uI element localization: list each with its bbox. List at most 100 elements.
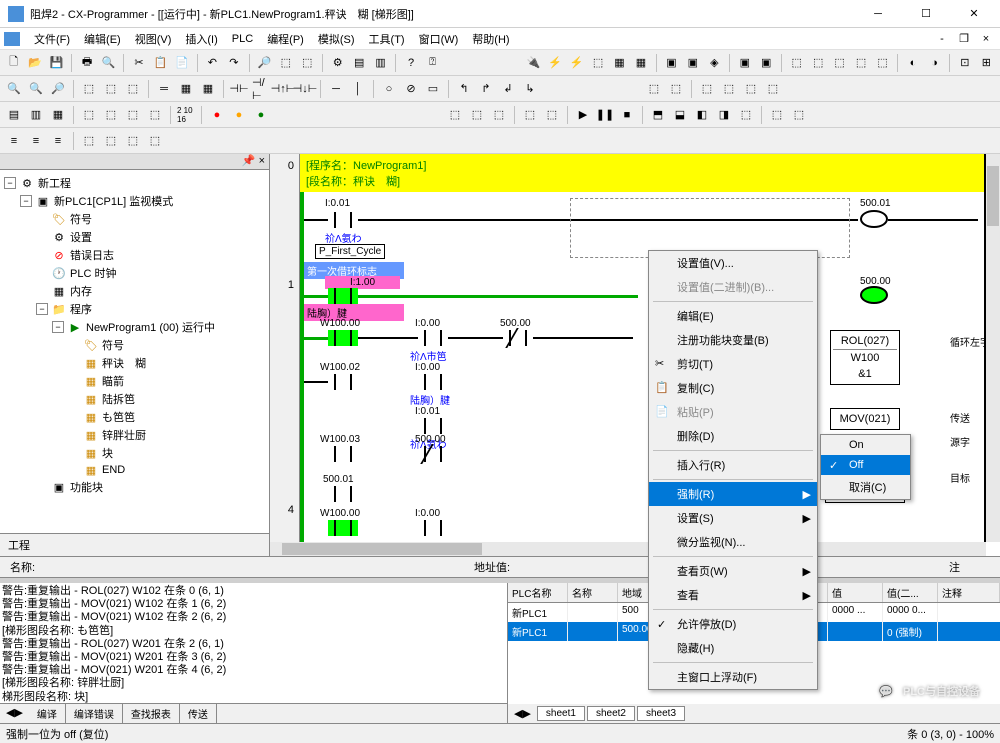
tb2-a9[interactable]: ▦ <box>198 79 218 99</box>
vline-button[interactable]: │ <box>348 79 368 99</box>
ctx-paste[interactable]: 📄粘贴(P) <box>649 400 817 424</box>
ctx-insert-row[interactable]: 插入行(R) <box>649 453 817 477</box>
output-text[interactable]: 警告:重复输出 - ROL(027) W102 在条 0 (6, 1) 警告:重… <box>0 583 507 703</box>
tree-pin-icon[interactable]: 📌 × <box>242 154 265 169</box>
tb-b4[interactable]: ▥ <box>371 53 390 73</box>
tb2-d1[interactable]: ⬚ <box>644 79 664 99</box>
tb2-c4[interactable]: ↳ <box>520 79 540 99</box>
tb-b3[interactable]: ▤ <box>349 53 368 73</box>
tree-errorlog[interactable]: ⊘错误日志 <box>36 246 265 264</box>
tb4-a4[interactable]: ⬚ <box>145 131 165 151</box>
mdi-minimize[interactable]: - <box>932 27 952 51</box>
mdi-restore[interactable]: ❐ <box>954 27 974 51</box>
tb-d8[interactable]: ⊡ <box>955 53 974 73</box>
output-tab-find[interactable]: 查找报表 <box>123 704 180 723</box>
contact[interactable] <box>418 418 448 434</box>
tb3-c5[interactable]: ⬚ <box>736 105 756 125</box>
tb2-a5[interactable]: ⬚ <box>101 79 121 99</box>
tree-section[interactable]: ▦瞄箭 <box>68 372 265 390</box>
copy-button[interactable]: 📋 <box>151 53 170 73</box>
tb3-a1[interactable]: ▤ <box>4 105 24 125</box>
tb-c6[interactable]: ▣ <box>662 53 681 73</box>
tb-d6[interactable]: ◐ <box>903 53 922 73</box>
tb4-a3[interactable]: ⬚ <box>123 131 143 151</box>
compile-button[interactable]: ⚙ <box>328 53 347 73</box>
mdi-close[interactable]: × <box>976 27 996 51</box>
tb-c5[interactable]: ▦ <box>631 53 650 73</box>
tb2-a4[interactable]: ⬚ <box>79 79 99 99</box>
contact-nc-button[interactable]: ⊣/⊢ <box>251 79 271 99</box>
tree-root[interactable]: − ⚙ 新工程 <box>4 174 265 192</box>
find-button[interactable]: 🔎 <box>255 53 274 73</box>
ctx-register-fb[interactable]: 注册功能块变量(B) <box>649 328 817 352</box>
tb2-a3[interactable]: 🔎 <box>48 79 68 99</box>
paste-button[interactable]: 📄 <box>172 53 191 73</box>
ctx-force-cancel[interactable]: 取消(C) <box>821 475 910 499</box>
menu-file[interactable]: 文件(F) <box>28 29 76 49</box>
contact[interactable] <box>418 374 448 390</box>
output-tab-errors[interactable]: 编译错误 <box>66 704 123 723</box>
ctx-allow-dock[interactable]: ✓允许停放(D) <box>649 612 817 636</box>
tree-funcblock[interactable]: ▣功能块 <box>36 478 265 496</box>
ctx-setvalue[interactable]: 设置值(V)... <box>649 251 817 275</box>
undo-button[interactable]: ↶ <box>203 53 222 73</box>
ctx-set[interactable]: 设置(S)▶ <box>649 506 817 530</box>
tree-settings[interactable]: ⚙设置 <box>36 228 265 246</box>
help-button[interactable]: ? <box>401 53 420 73</box>
coil-nc-button[interactable]: ⊘ <box>401 79 421 99</box>
tree-plc[interactable]: − ▣ 新PLC1[CP1L] 监视模式 <box>20 192 265 210</box>
contact[interactable] <box>328 486 358 502</box>
coil-on[interactable] <box>860 286 888 304</box>
tree-clock[interactable]: 🕐PLC 时钟 <box>36 264 265 282</box>
tree-toggle-icon[interactable]: − <box>52 321 64 333</box>
tb3-a4[interactable]: ⬚ <box>79 105 99 125</box>
ctx-hide[interactable]: 隐藏(H) <box>649 636 817 660</box>
tb-c2[interactable]: ⚡ <box>567 53 586 73</box>
hline-button[interactable]: ─ <box>326 79 346 99</box>
tree-toggle-icon[interactable]: − <box>36 303 48 315</box>
contact[interactable] <box>328 374 358 390</box>
tb-d4[interactable]: ⬚ <box>851 53 870 73</box>
tb2-c3[interactable]: ↲ <box>498 79 518 99</box>
menu-tools[interactable]: 工具(T) <box>363 29 411 49</box>
contact-on[interactable] <box>328 330 358 346</box>
tb-d3[interactable]: ⬚ <box>830 53 849 73</box>
ctx-delete[interactable]: 删除(D) <box>649 424 817 448</box>
output-tab-transfer[interactable]: 传送 <box>180 704 217 723</box>
tb-c9[interactable]: ▣ <box>735 53 754 73</box>
close-button[interactable]: ✕ <box>956 2 992 26</box>
tb3-c4[interactable]: ◨ <box>714 105 734 125</box>
tb4-a2[interactable]: ⬚ <box>101 131 121 151</box>
tb3-c7[interactable]: ⬚ <box>789 105 809 125</box>
tree-section-end[interactable]: ▦END <box>68 462 265 478</box>
ctx-diff-monitor[interactable]: 微分监视(N)... <box>649 530 817 554</box>
tb3-a3[interactable]: ▦ <box>48 105 68 125</box>
tb3-c1[interactable]: ⬒ <box>648 105 668 125</box>
watch-tab-sheet1[interactable]: sheet1 <box>537 706 585 721</box>
hscrollbar[interactable] <box>270 542 986 556</box>
tb2-c2[interactable]: ↱ <box>476 79 496 99</box>
tree-section[interactable]: ▦陆拆笆 <box>68 390 265 408</box>
save-button[interactable]: 💾 <box>47 53 66 73</box>
ctx-force-off[interactable]: ✓Off <box>821 455 910 475</box>
print-button[interactable]: 🖶 <box>77 53 96 73</box>
watch-col-valb[interactable]: 值(二... <box>883 583 938 602</box>
tb-c1[interactable]: ⚡ <box>545 53 564 73</box>
tb2-b3[interactable]: ⊣↑⊢ <box>273 79 293 99</box>
new-button[interactable]: 🗋 <box>4 53 23 73</box>
tree-programs[interactable]: −📁程序 <box>36 300 265 318</box>
contact[interactable] <box>418 520 448 536</box>
tb-c10[interactable]: ▣ <box>757 53 776 73</box>
contact-no-button[interactable]: ⊣⊢ <box>229 79 249 99</box>
tb2-c1[interactable]: ↰ <box>454 79 474 99</box>
ctx-copy[interactable]: 📋复制(C) <box>649 376 817 400</box>
watch-tab-sheet2[interactable]: sheet2 <box>587 706 635 721</box>
ctx-float[interactable]: 主窗口上浮动(F) <box>649 665 817 689</box>
watch-col-name[interactable]: 名称 <box>568 583 618 602</box>
ctx-setvalue-bin[interactable]: 设置值(二进制)(B)... <box>649 275 817 299</box>
menu-help[interactable]: 帮助(H) <box>466 29 515 49</box>
stop-button[interactable]: ■ <box>617 105 637 125</box>
tb2-d4[interactable]: ⬚ <box>719 79 739 99</box>
coil[interactable] <box>860 210 888 228</box>
instruction-button[interactable]: ▭ <box>423 79 443 99</box>
